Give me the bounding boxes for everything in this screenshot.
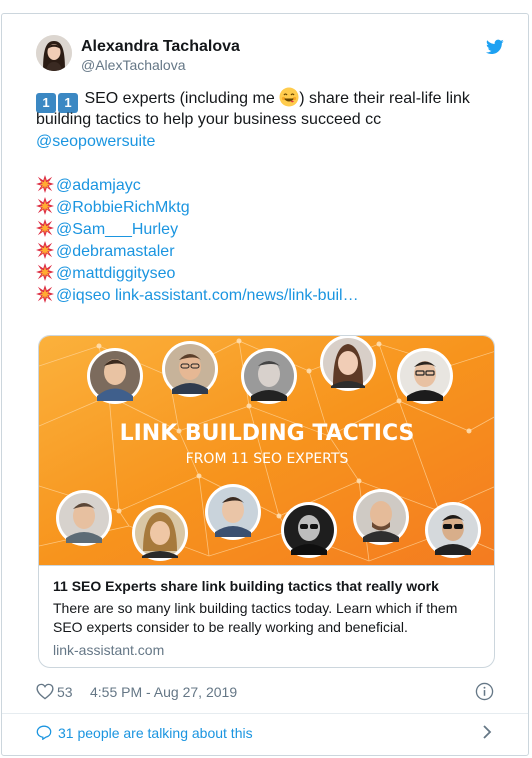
twitter-bird-icon[interactable] (486, 39, 504, 55)
tweet-timestamp[interactable]: 4:55 PM - Aug 27, 2019 (90, 684, 237, 700)
expert-photo (320, 336, 376, 391)
mention-link[interactable]: @debramastaler (56, 243, 175, 260)
card-description: There are so many link building tactics … (53, 600, 458, 635)
mention-line: @iqseo link-assistant.com/news/link-buil… (36, 285, 496, 307)
chevron-right-icon[interactable] (482, 724, 492, 740)
info-icon[interactable] (475, 682, 494, 701)
mention-link[interactable]: @adamjayc (56, 177, 141, 194)
mention-link[interactable]: @Sam___Hurley (56, 221, 178, 238)
expert-photo (241, 348, 297, 404)
expert-photo (87, 348, 143, 404)
banner-subtitle: FROM 11 SEO EXPERTS (186, 451, 349, 467)
expert-photo (281, 502, 337, 558)
expert-photo (205, 484, 261, 540)
collision-icon (36, 219, 54, 237)
mention-link[interactable]: @mattdiggityseo (56, 265, 175, 282)
expert-photo (425, 502, 481, 558)
author-name[interactable]: Alexandra Tachalova (81, 38, 240, 56)
article-link[interactable]: link-assistant.com/news/link-buil… (115, 287, 359, 304)
tweet-header: Alexandra Tachalova @AlexTachalova (36, 35, 506, 75)
smiling-face-icon (279, 87, 299, 107)
tweet-line-1: 11 SEO experts (including me ) share the… (36, 87, 496, 113)
tweet-text: 11 SEO experts (including me ) share the… (36, 87, 496, 307)
conversation-link[interactable]: 31 people are talking about this (36, 723, 498, 743)
mention-line: @debramastaler (36, 241, 496, 263)
collision-icon (36, 263, 54, 281)
mention-line: @mattdiggityseo (36, 263, 496, 285)
expert-photo (353, 489, 409, 545)
mention-line: @RobbieRichMktg (36, 197, 496, 219)
expert-photo (56, 490, 112, 546)
card-banner-image[interactable]: LINK BUILDING TACTICS FROM 11 SEO EXPERT… (39, 336, 494, 565)
link-preview-card[interactable]: LINK BUILDING TACTICS FROM 11 SEO EXPERT… (38, 335, 495, 668)
card-title[interactable]: 11 SEO Experts share link building tacti… (53, 578, 439, 594)
collision-icon (36, 285, 54, 303)
tweet-stats: 53 4:55 PM - Aug 27, 2019 (36, 681, 498, 703)
banner-title: LINK BUILDING TACTICS (120, 421, 415, 446)
collision-icon (36, 175, 54, 193)
collision-icon (36, 197, 54, 215)
mention-link[interactable]: @iqseo (56, 287, 111, 304)
divider (2, 713, 528, 714)
heart-icon[interactable] (36, 683, 54, 700)
tweet-text-part: ) share their real-life link (299, 90, 470, 107)
mention-line: @Sam___Hurley (36, 219, 496, 241)
author-handle[interactable]: @AlexTachalova (81, 57, 186, 73)
author-avatar[interactable] (36, 35, 72, 71)
talking-count[interactable]: 31 people are talking about this (58, 725, 253, 741)
expert-photo (397, 348, 453, 404)
expert-photo (162, 341, 218, 397)
speech-bubble-icon (36, 725, 52, 740)
card-domain: link-assistant.com (53, 642, 165, 658)
mention-line: @adamjayc (36, 175, 496, 197)
embedded-tweet: Alexandra Tachalova @AlexTachalova 11 SE… (1, 13, 529, 756)
mention-link[interactable]: @seopowersuite (36, 131, 496, 153)
mention-link[interactable]: @RobbieRichMktg (56, 199, 190, 216)
collision-icon (36, 241, 54, 259)
tweet-line-2: building tactics to help your business s… (36, 111, 382, 128)
card-meta[interactable]: 11 SEO Experts share link building tacti… (39, 565, 494, 667)
tweet-text-part: SEO experts (including me (80, 90, 280, 107)
expert-photo (132, 505, 188, 561)
like-count[interactable]: 53 (57, 684, 73, 700)
